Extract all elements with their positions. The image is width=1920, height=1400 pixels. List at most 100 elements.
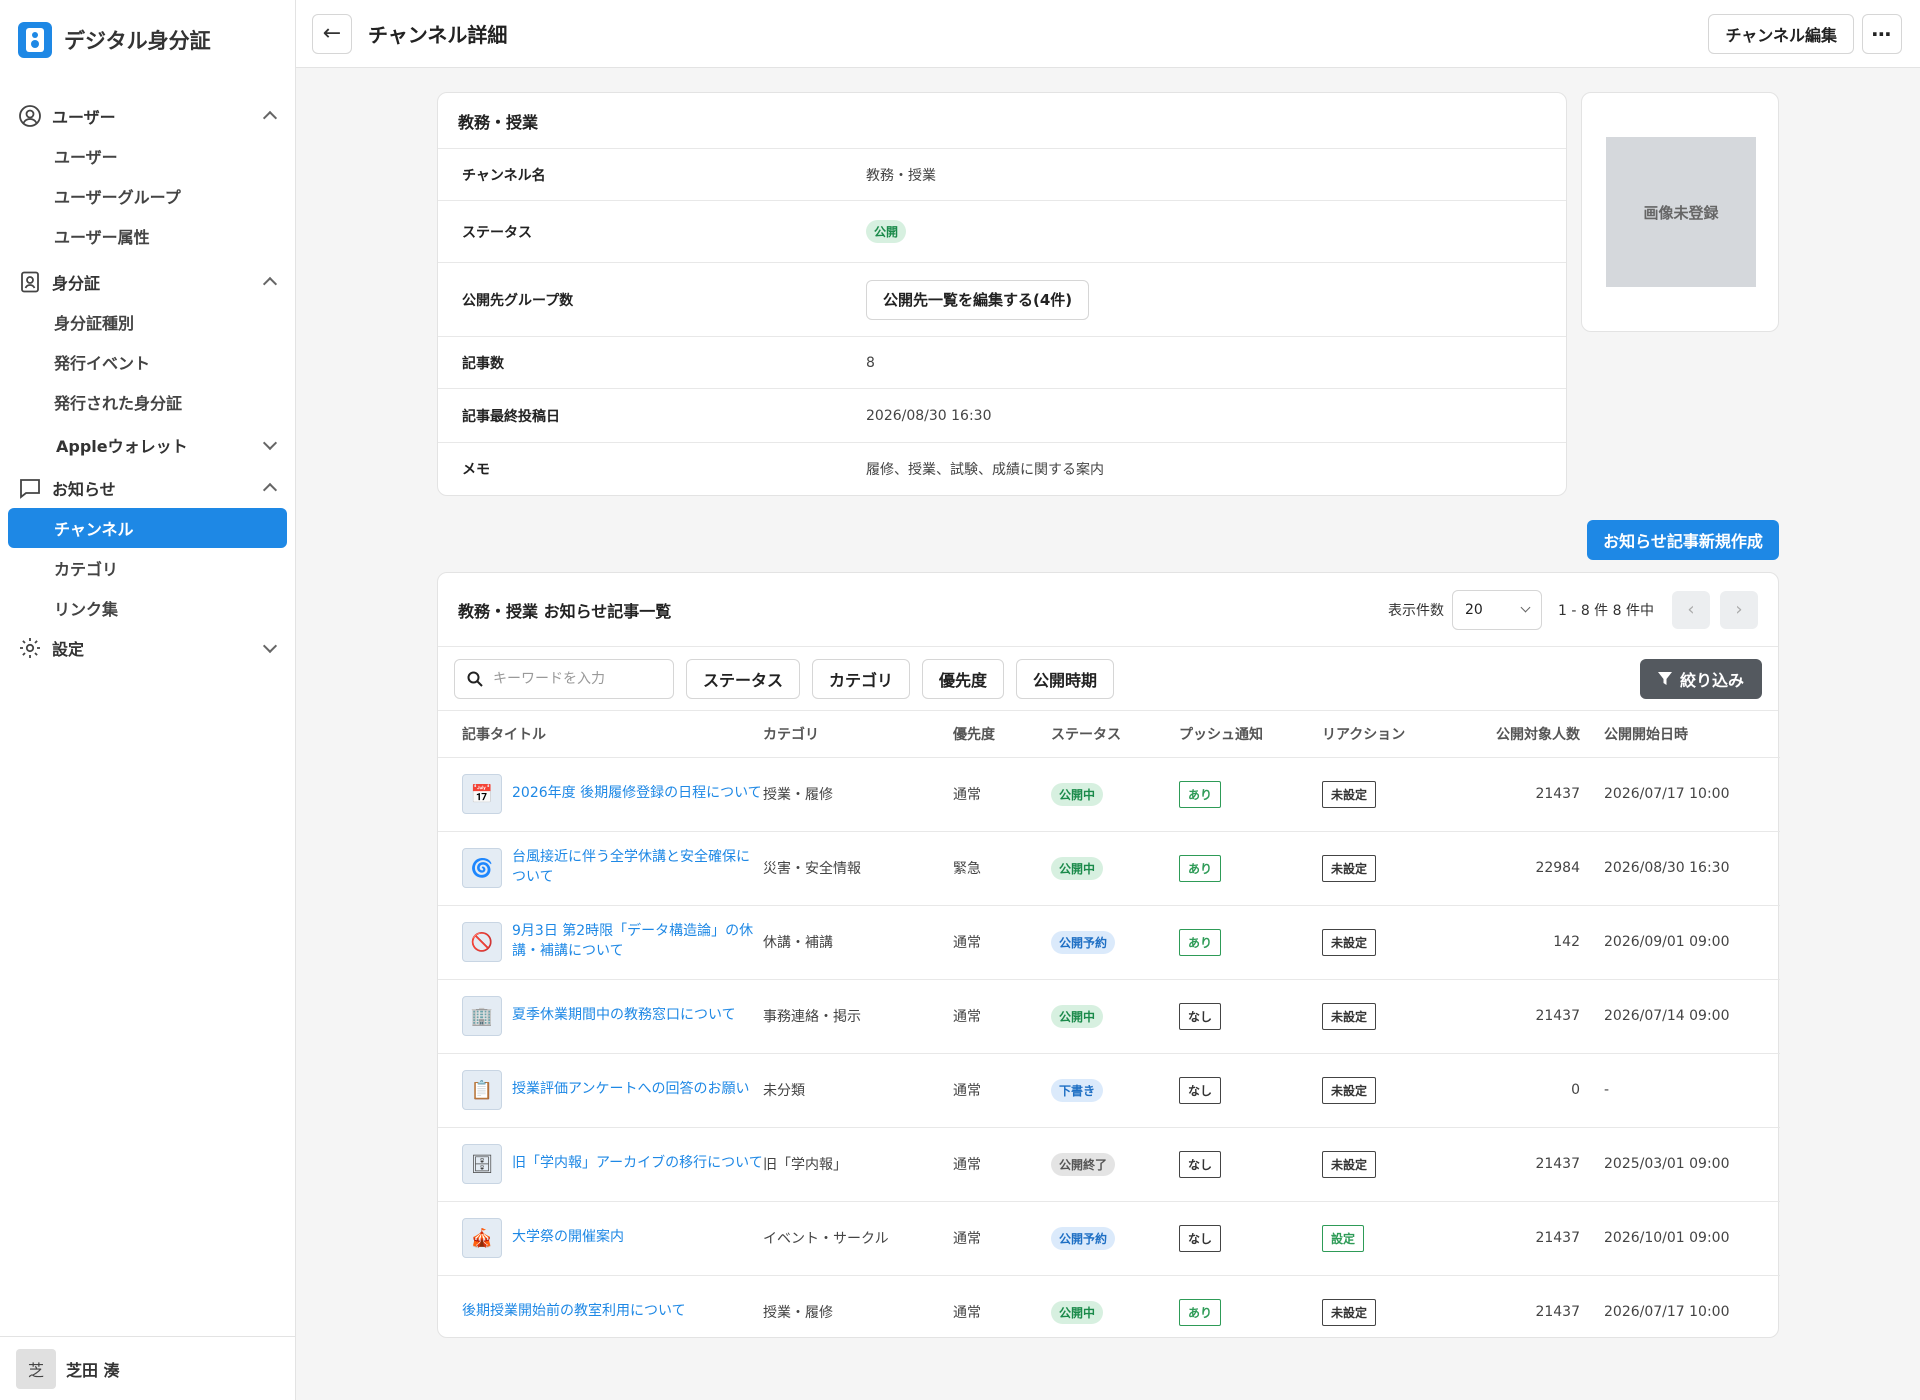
filter-category-button[interactable]: カテゴリ [812,658,911,699]
sidebar-item-id-types[interactable]: 身分証種別 [0,302,295,342]
new-article-button[interactable]: お知らせ記事新規作成 [1587,520,1779,560]
sidebar-item-user-attributes[interactable]: ユーザー属性 [0,216,295,256]
channel-detail-card: 教務・授業 チャンネル名 教務・授業 ステータス 公開 公開先グループ数 公開先… [437,92,1567,496]
sidebar-item-user-groups[interactable]: ユーザーグループ [0,176,295,216]
article-title-link[interactable]: 後期授業開始前の教室利用について [462,1302,686,1322]
filter-priority-button[interactable]: 優先度 [922,658,1005,699]
sidebar-item-issued-ids[interactable]: 発行された身分証 [0,382,295,422]
column-header[interactable]: 公開対象人数 [1472,711,1604,758]
detail-value: 教務・授業 [866,167,936,184]
cell-audience-count: 21437 [1472,979,1604,1054]
table-row[interactable]: 後期授業開始前の教室利用について 授業・履修 通常 公開中 あり 未設定 21437 2026… [438,1275,1780,1349]
nav-subgroup-apple-wallet[interactable]: Appleウォレット [0,422,295,468]
gear-icon [18,636,42,660]
nav-group-label: 身分証 [52,274,101,293]
push-badge: あり [1179,854,1222,882]
filter-period-button[interactable]: 公開時期 [1016,658,1115,699]
article-title-link[interactable]: 旧「学内報」アーカイブの移行について [512,1154,763,1174]
table-row[interactable]: 🌀 台風接近に伴う全学休講と安全確保について 災害・安全情報 緊急 公開中 あり 未設定 22… [438,831,1780,906]
article-title-link[interactable]: 夏季休業期間中の教務窓口について [512,1006,736,1026]
column-header[interactable]: 公開開始日時 [1604,711,1780,758]
cell-audience-count: 142 [1472,905,1604,980]
article-title-link[interactable]: 9月3日 第2時限「データ構造論」の休講・補講について [512,922,763,961]
search-input[interactable] [493,670,653,687]
edit-publish-groups-button[interactable]: 公開先一覧を編集する(4件) [866,279,1090,320]
page-title: チャンネル詳細 [368,23,508,47]
column-header[interactable]: プッシュ通知 [1179,711,1322,758]
column-header[interactable]: ステータス [1051,711,1179,758]
column-header[interactable]: 優先度 [953,711,1051,758]
table-row[interactable]: 🚫 9月3日 第2時限「データ構造論」の休講・補講について 休講・補講 通常 公開予約 あ… [438,905,1780,980]
nav-group-label: お知らせ [52,480,116,499]
status-badge: 公開終了 [1051,1152,1116,1176]
detail-row-article-count: 記事数 8 [438,337,1566,389]
nav-group-notices[interactable]: お知らせ [0,468,295,508]
more-menu-button[interactable]: ⋯ [1862,13,1902,54]
next-page-button[interactable]: › [1720,590,1758,629]
nav-group-id[interactable]: 身分証 [0,262,295,302]
edit-channel-button[interactable]: チャンネル編集 [1708,13,1854,54]
cell-publish-date: 2026/10/01 09:00 [1604,1201,1780,1276]
status-badge: 公開中 [1051,782,1104,806]
article-title-link[interactable]: 授業評価アンケートへの回答のお願い [512,1080,749,1100]
channel-image-card: 画像未登録 [1581,92,1779,332]
cancel-sign-icon: 🚫 [462,922,502,962]
article-title-link[interactable]: 2026年度 後期履修登録の日程について [512,784,762,804]
per-page-label: 表示件数 [1387,602,1444,619]
push-badge: あり [1179,1298,1222,1326]
sidebar-item-channel[interactable]: チャンネル [8,508,287,548]
per-page-select[interactable]: 20 [1451,589,1542,630]
detail-value: 履修、授業、試験、成績に関する案内 [866,462,1104,478]
cell-audience-count: 21437 [1472,1127,1604,1202]
table-row[interactable]: 📋 授業評価アンケートへの回答のお願い 未分類 通常 下書き なし 未設定 0- [438,1053,1780,1128]
cell-category: 休講・補講 [763,905,953,980]
table-row[interactable]: 🗄 旧「学内報」アーカイブの移行について 旧「学内報」 通常 公開終了 なし 未設定 2143… [438,1127,1780,1202]
nav-group-users[interactable]: ユーザー [0,96,295,136]
cell-priority: 通常 [953,1305,981,1322]
search-icon [467,671,483,687]
cell-audience-count: 21437 [1535,1304,1580,1321]
brand-name: デジタル身分証 [64,29,211,53]
cell-category: 災害・安全情報 [763,831,953,906]
cell-priority: 通常 [953,979,1051,1054]
chevron-right-icon: › [1735,599,1743,620]
status-badge: 公開中 [1051,856,1104,880]
brand[interactable]: デジタル身分証 [0,0,295,80]
column-header[interactable]: 記事タイトル [438,711,763,758]
column-header[interactable]: リアクション [1322,711,1472,758]
cell-category: 事務連絡・掲示 [763,979,953,1054]
chevron-down-icon [262,638,278,654]
prev-page-button[interactable]: ‹ [1672,590,1710,629]
table-row[interactable]: 🏢 夏季休業期間中の教務窓口について 事務連絡・掲示 通常 公開中 なし 未設定 21437 2… [438,979,1780,1054]
sidebar-item-issue-events[interactable]: 発行イベント [0,342,295,382]
detail-label: メモ [462,462,490,478]
sidebar-item-users[interactable]: ユーザー [0,136,295,176]
image-placeholder: 画像未登録 [1606,137,1756,287]
detail-row-groups: 公開先グループ数 公開先一覧を編集する(4件) [438,263,1566,337]
cell-audience-count: 21437 [1472,1201,1604,1276]
status-badge: 公開予約 [1051,930,1116,954]
reaction-badge: 未設定 [1322,1150,1377,1178]
cell-publish-date: 2026/07/17 10:00 [1604,1304,1730,1321]
push-badge: あり [1179,780,1222,808]
cell-priority: 通常 [953,757,1051,832]
table-row[interactable]: 📅 2026年度 後期履修登録の日程について 授業・履修 通常 公開中 あり 未設定 2143… [438,757,1780,832]
filter-status-button[interactable]: ステータス [686,658,801,699]
user-profile[interactable]: 芝 芝田 湊 [0,1336,295,1400]
table-row[interactable]: 🎪 大学祭の開催案内 イベント・サークル 通常 公開予約 なし 設定 21437 2026/10… [438,1201,1780,1276]
detail-value: 8 [866,354,875,371]
sidebar-item-links[interactable]: リンク集 [0,588,295,628]
back-button[interactable]: ← [312,13,352,54]
push-badge: あり [1179,928,1222,956]
cell-audience-count: 0 [1472,1053,1604,1128]
id-card-logo-icon [18,22,52,58]
arrow-left-icon: ← [322,21,342,46]
reaction-badge: 未設定 [1322,780,1377,808]
nav-group-settings[interactable]: 設定 [0,628,295,668]
article-title-link[interactable]: 大学祭の開催案内 [512,1228,624,1248]
cell-audience-count: 21437 [1472,757,1604,832]
apply-filter-button[interactable]: 絞り込み [1639,658,1762,699]
article-title-link[interactable]: 台風接近に伴う全学休講と安全確保について [512,848,763,887]
column-header[interactable]: カテゴリ [763,711,953,758]
sidebar-item-category[interactable]: カテゴリ [0,548,295,588]
